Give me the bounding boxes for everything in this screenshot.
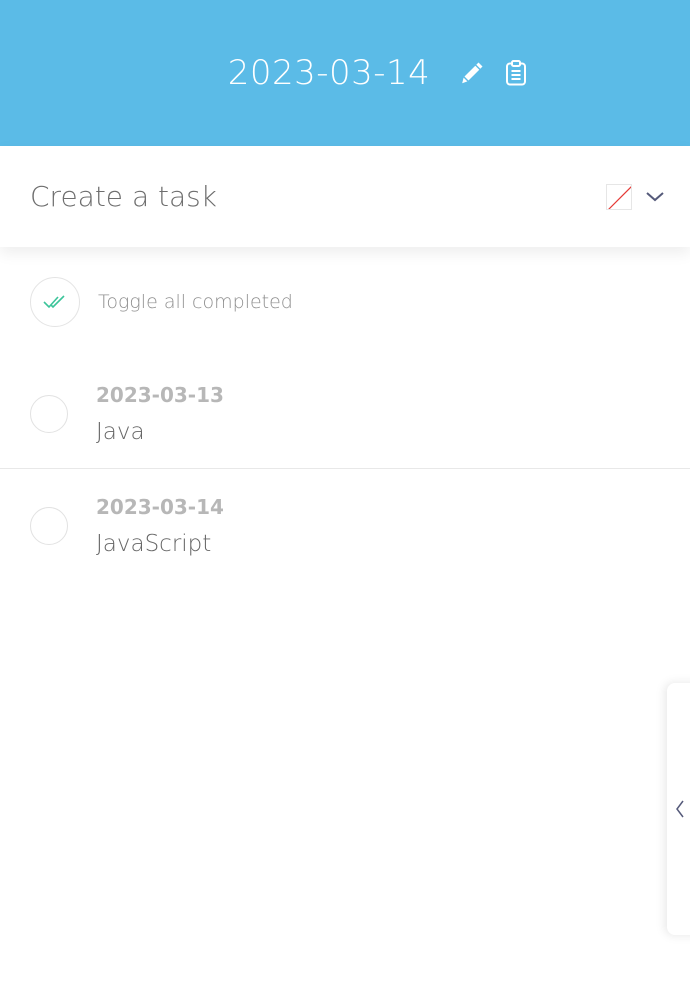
task-title[interactable]: JavaScript [96,531,211,557]
no-color-icon [608,185,631,209]
double-check-icon [43,295,65,309]
chevron-left-icon [676,800,684,818]
toggle-all-row: Toggle all completed [30,277,293,327]
task-list: 2023-03-13 Java 2023-03-14 JavaScript [0,357,690,581]
toggle-all-label: Toggle all completed [98,291,293,313]
clipboard-icon [506,60,527,86]
task-item[interactable]: 2023-03-13 Java [0,357,690,469]
create-task-input[interactable] [30,166,606,227]
app: 2023-03-14 Create a task Toggle all comp… [0,0,690,984]
task-complete-checkbox[interactable] [30,507,68,545]
pencil-icon [462,62,483,84]
toggle-all-button[interactable] [30,277,80,327]
task-complete-checkbox[interactable] [30,395,68,433]
task-date: 2023-03-13 [96,383,224,407]
color-picker-swatch[interactable] [606,183,632,210]
clipboard-button[interactable] [500,57,532,89]
edit-button[interactable] [456,57,488,89]
header-date[interactable]: 2023-03-14 [228,53,431,93]
header-content: 2023-03-14 [228,53,533,93]
create-task-bar [0,146,690,247]
task-date: 2023-03-14 [96,495,224,519]
task-title[interactable]: Java [96,419,145,445]
create-options-dropdown[interactable] [642,184,668,210]
chevron-down-icon [646,191,664,201]
side-drawer-toggle[interactable] [667,683,690,935]
task-item[interactable]: 2023-03-14 JavaScript [0,469,690,581]
header-bar: 2023-03-14 [0,0,690,146]
